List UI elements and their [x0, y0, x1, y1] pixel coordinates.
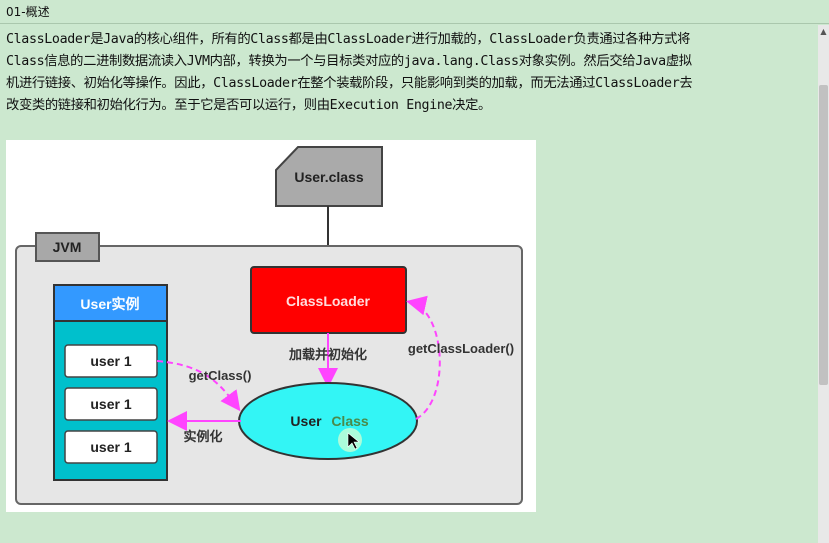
scroll-up-icon[interactable]: ▲ — [818, 25, 829, 39]
document-content: ClassLoader是Java的核心组件，所有的Class都是由ClassLo… — [0, 25, 818, 543]
get-class-label: getClass() — [189, 368, 252, 383]
instance-label: user 1 — [90, 353, 131, 369]
user-class-file: User.class — [275, 146, 383, 207]
paragraph-line: Class信息的二进制数据流读入JVM内部，转换为一个与目标类对应的java.l… — [6, 54, 692, 69]
user-class-file-label: User.class — [294, 169, 363, 185]
paragraph-line: 机进行链接、初始化等操作。因此，ClassLoader在整个装载阶段，只能影响到… — [6, 76, 693, 91]
instantiate-label: 实例化 — [183, 429, 222, 444]
paragraph-line: ClassLoader是Java的核心组件，所有的Class都是由ClassLo… — [6, 32, 691, 47]
vertical-scrollbar[interactable]: ▲ — [818, 25, 829, 543]
instances-header-label: User实例 — [80, 296, 139, 312]
user-class-ellipse — [238, 382, 418, 460]
paragraph-line: 改变类的链接和初始化行为。至于它是否可以运行，则由Execution Engin… — [6, 98, 491, 113]
user-class-label-class: Class — [331, 413, 369, 429]
scroll-thumb[interactable] — [819, 85, 828, 385]
classloader-label: ClassLoader — [286, 293, 371, 309]
window-title: 01-概述 — [0, 0, 829, 24]
classloader-diagram: User.class JVM User实例 user 1 user 1 user… — [6, 140, 536, 512]
diagram-svg: User.class JVM User实例 user 1 user 1 user… — [15, 146, 523, 505]
load-init-label: 加载并初始化 — [288, 347, 367, 362]
user-class-label-user: User — [290, 413, 322, 429]
jvm-label: JVM — [53, 239, 82, 255]
instance-label: user 1 — [90, 396, 131, 412]
get-classloader-label: getClassLoader() — [408, 341, 514, 356]
overview-paragraph: ClassLoader是Java的核心组件，所有的Class都是由ClassLo… — [6, 29, 814, 117]
instance-label: user 1 — [90, 439, 131, 455]
